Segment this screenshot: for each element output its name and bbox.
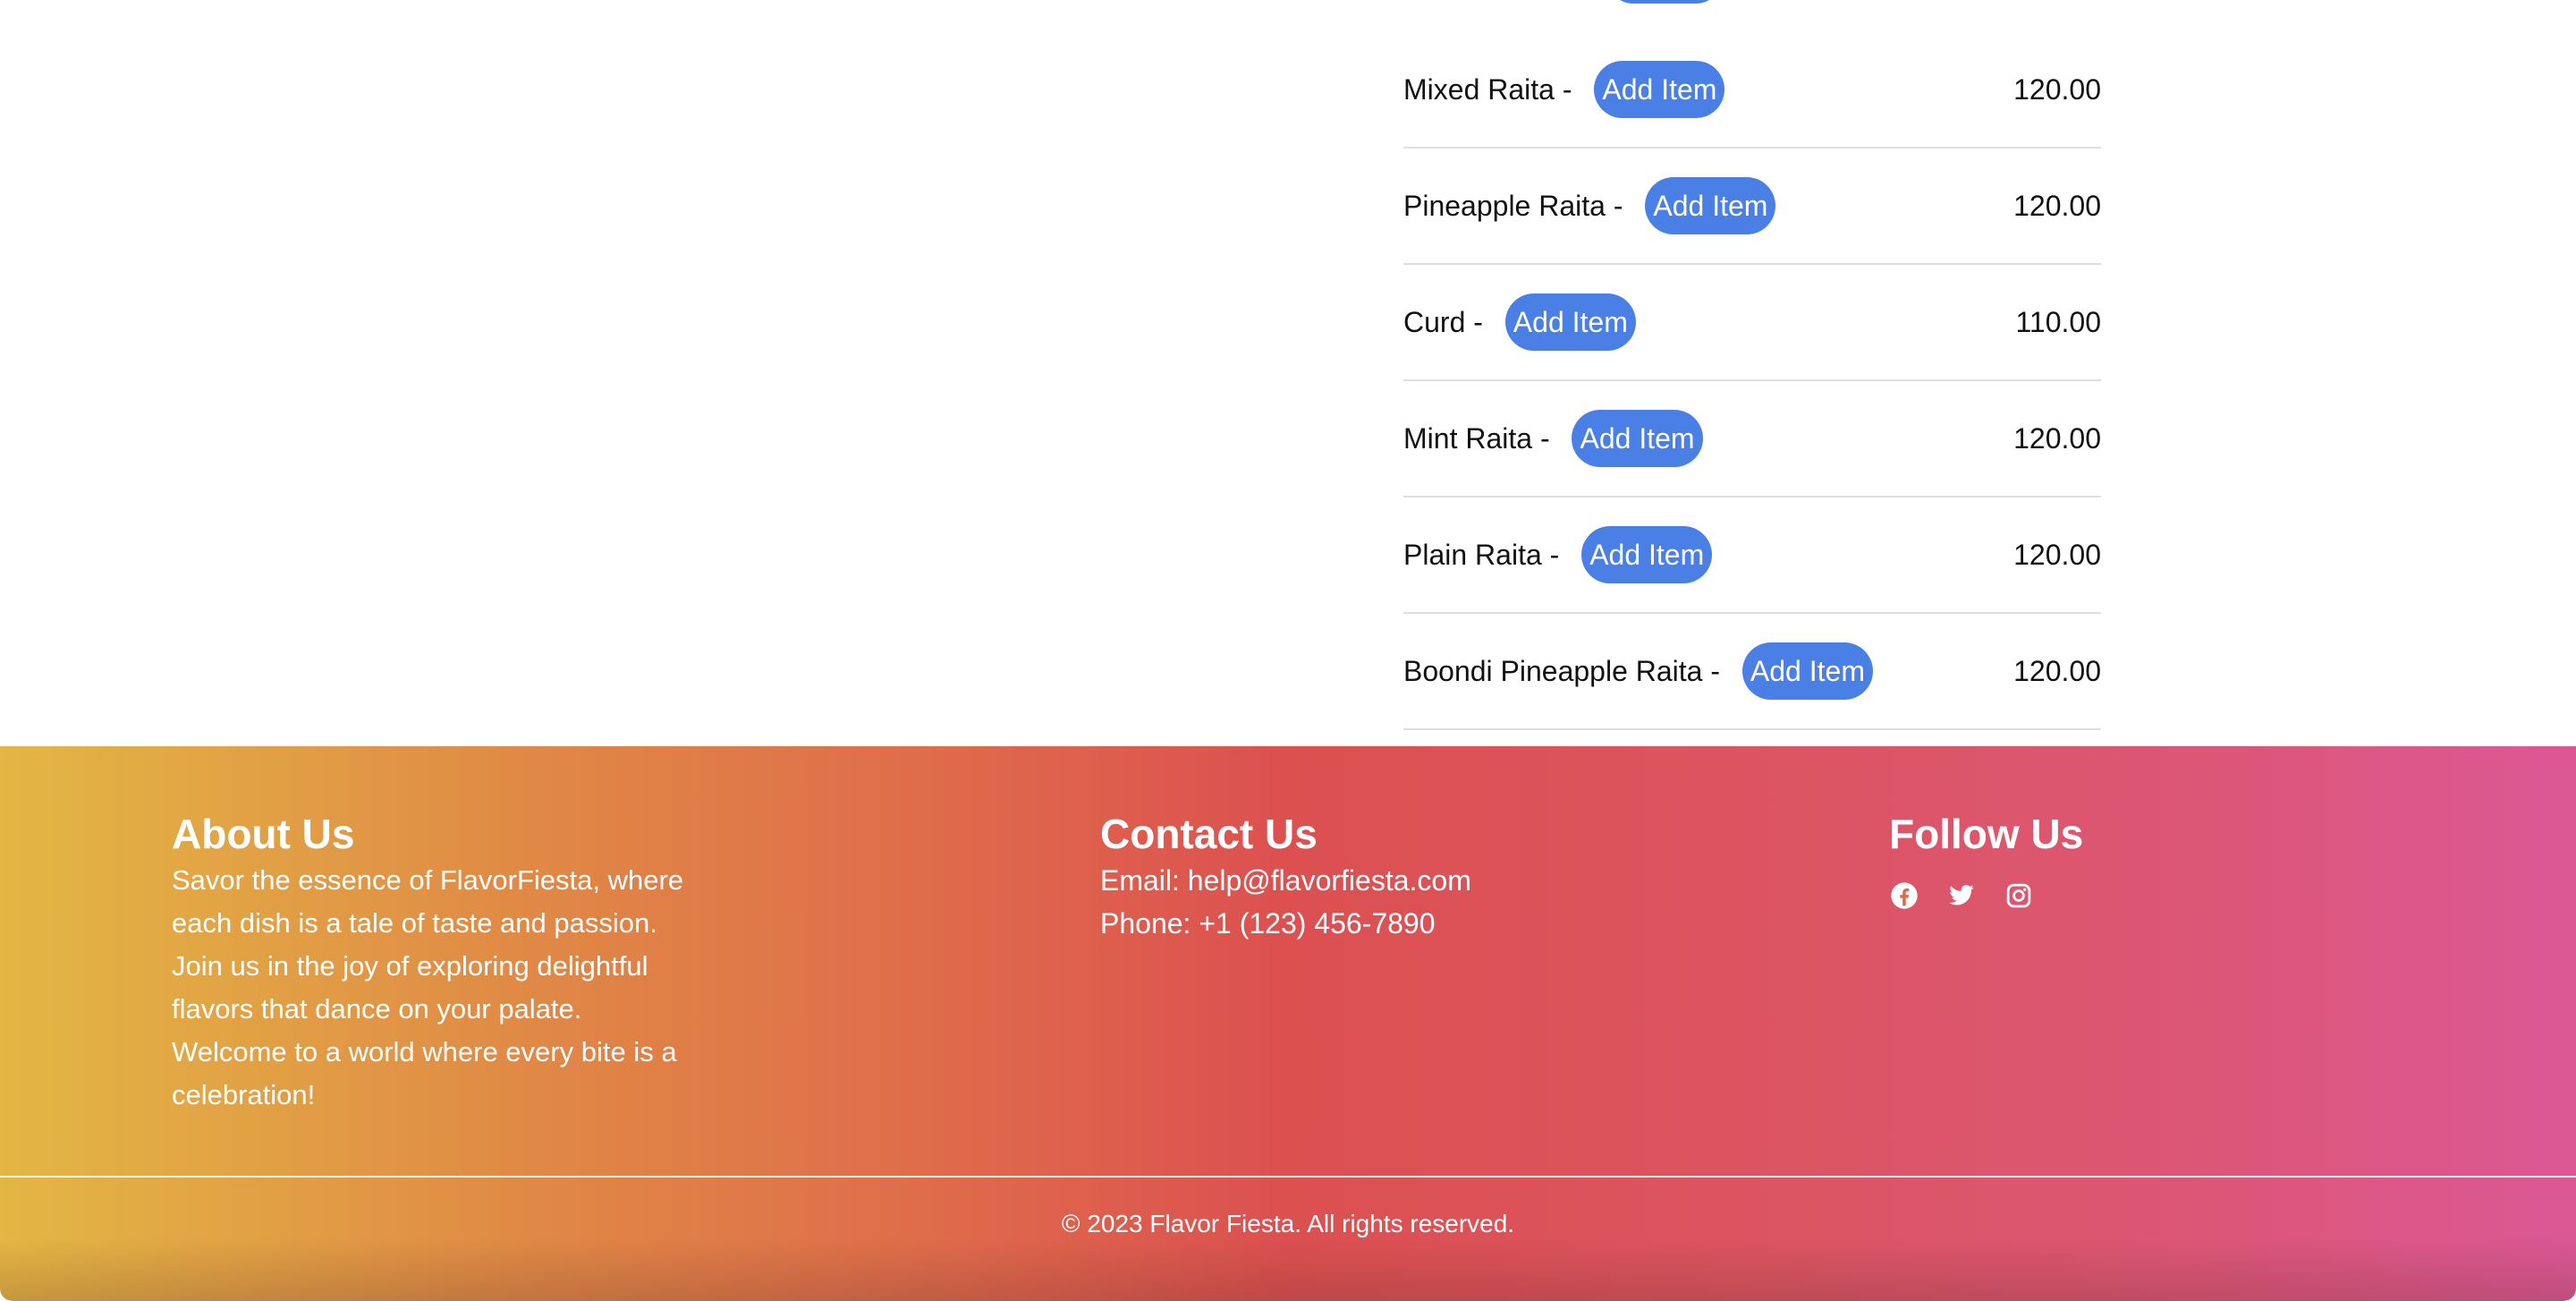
follow-title: Follow Us	[1889, 811, 2084, 857]
menu-item-left: Pineapple Raita - Add Item	[1403, 149, 1776, 263]
copyright-text: © 2023 Flavor Fiesta. All rights reserve…	[1061, 1210, 1515, 1237]
menu-item-left: Mixed Raita - Add Item	[1403, 32, 1725, 147]
follow-section: Follow Us	[1889, 809, 2247, 911]
instagram-icon[interactable]	[2004, 880, 2034, 911]
item-price: 120.00	[2013, 538, 2101, 571]
menu-item-left: Curd - Add Item	[1403, 265, 1636, 379]
about-title: About Us	[172, 811, 355, 857]
add-item-button[interactable]: Add Item	[1594, 61, 1725, 118]
menu-item: Mixed Raita - Add Item 120.00	[1403, 32, 2101, 149]
add-item-button[interactable]: Add Item	[1581, 526, 1713, 583]
menu-item-left: Boondi Pineapple Raita - Add Item	[1403, 614, 1873, 728]
menu-item: Pineapple Raita - Add Item 120.00	[1403, 149, 2101, 265]
contact-phone: Phone: +1 (123) 456-7890	[1100, 907, 1436, 940]
contact-title: Contact Us	[1100, 811, 1318, 857]
contact-section: Contact Us Email: help@flavorfiesta.com …	[1100, 809, 1637, 945]
contact-email: Email: help@flavorfiesta.com	[1100, 864, 1471, 897]
menu-item: Mint Raita - Add Item 120.00	[1403, 381, 2101, 497]
item-price: 120.00	[2013, 654, 2101, 687]
menu-item: Boondi Pineapple Raita - Add Item 120.00	[1403, 614, 2101, 730]
menu-item: Curd - Add Item 110.00	[1403, 265, 2101, 381]
page: Mixed Raita - Add Item 120.00 Pineapple …	[0, 0, 2576, 1301]
item-price: 120.00	[2013, 421, 2101, 455]
add-item-button[interactable]: Add Item	[1504, 293, 1636, 351]
add-item-button-partial[interactable]	[1606, 0, 1723, 4]
about-text: Savor the essence of FlavorFiesta, where…	[172, 864, 684, 1110]
about-section: About Us Savor the essence of FlavorFies…	[172, 809, 691, 1117]
twitter-icon[interactable]	[1946, 880, 1977, 911]
item-name: Curd -	[1403, 305, 1491, 338]
item-name: Boondi Pineapple Raita -	[1403, 654, 1728, 687]
facebook-icon[interactable]	[1889, 880, 1919, 911]
add-item-button[interactable]: Add Item	[1645, 177, 1776, 234]
item-price: 110.00	[2015, 305, 2102, 338]
add-item-button[interactable]: Add Item	[1741, 642, 1873, 700]
item-price: 120.00	[2013, 72, 2101, 106]
item-name: Mint Raita -	[1403, 421, 1558, 455]
item-name: Pineapple Raita -	[1403, 189, 1631, 222]
footer-divider	[0, 1176, 2576, 1178]
menu-item-left: Mint Raita - Add Item	[1403, 381, 1703, 496]
menu-item: Plain Raita - Add Item 120.00	[1403, 497, 2101, 614]
add-item-button[interactable]: Add Item	[1572, 410, 1703, 467]
item-name: Plain Raita -	[1403, 538, 1568, 571]
menu-item-left: Plain Raita - Add Item	[1403, 497, 1713, 612]
site-footer: About Us Savor the essence of FlavorFies…	[0, 746, 2576, 1301]
social-links	[1889, 880, 2247, 911]
item-price: 120.00	[2013, 189, 2101, 222]
item-name: Mixed Raita -	[1403, 72, 1580, 106]
menu-section: Mixed Raita - Add Item 120.00 Pineapple …	[0, 0, 2576, 746]
